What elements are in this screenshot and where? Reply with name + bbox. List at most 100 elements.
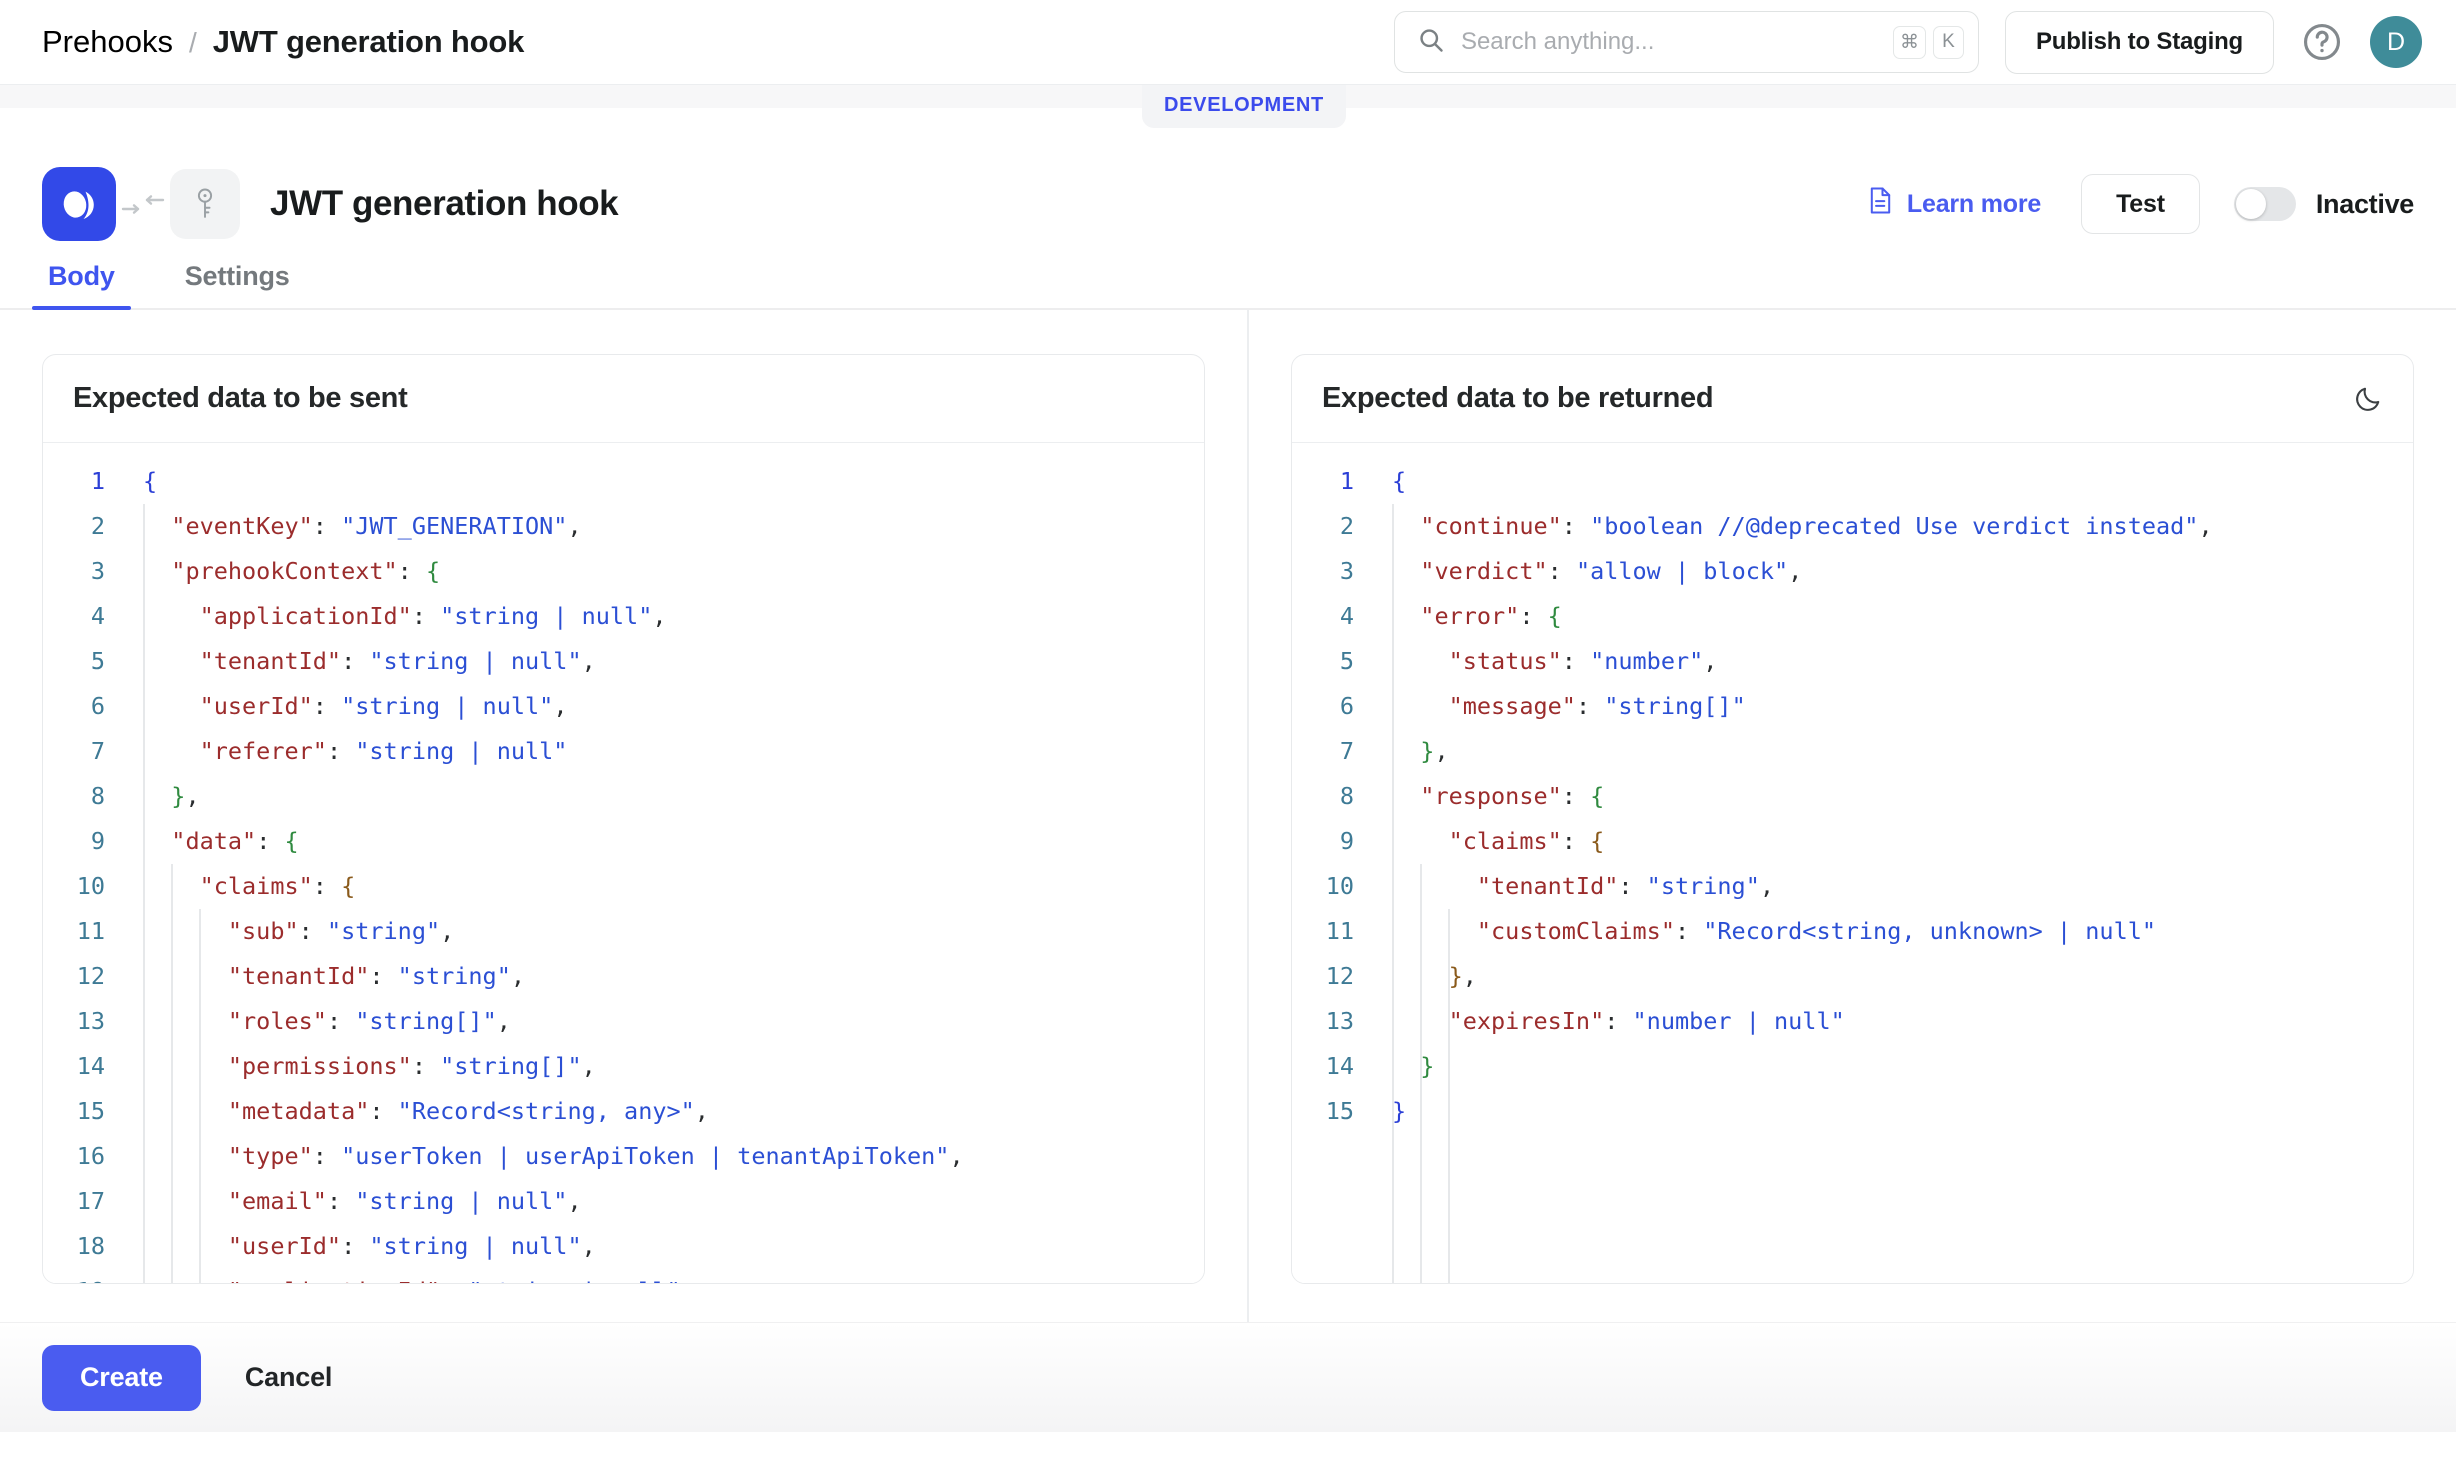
line-number: 1	[1292, 459, 1354, 504]
sent-code-content[interactable]: { "eventKey": "JWT_GENERATION", "prehook…	[121, 459, 1204, 1283]
returned-code-content[interactable]: { "continue": "boolean //@deprecated Use…	[1370, 459, 2413, 1283]
document-icon	[1867, 186, 1894, 222]
returned-line-numbers: 123456789101112131415	[1292, 459, 1370, 1283]
returned-code-editor[interactable]: 123456789101112131415 { "continue": "boo…	[1292, 443, 2413, 1283]
line-number: 2	[1292, 504, 1354, 549]
code-line: "customClaims": "Record<string, unknown>…	[1392, 909, 2413, 954]
top-bar-actions: ⌘ K Publish to Staging D	[1394, 11, 2422, 74]
code-line: "error": {	[1392, 594, 2413, 639]
code-line: "applicationId": "string | null",	[143, 594, 1204, 639]
code-line: "userId": "string | null",	[143, 1224, 1204, 1269]
form-footer: Create Cancel	[0, 1322, 2456, 1432]
code-line: "response": {	[1392, 774, 2413, 819]
line-number: 12	[43, 954, 105, 999]
test-button[interactable]: Test	[2081, 174, 2200, 234]
environment-badge: DEVELOPMENT	[1142, 85, 1346, 128]
code-line: "sub": "string",	[143, 909, 1204, 954]
indent-guide	[1448, 909, 1450, 1283]
publish-to-staging-button[interactable]: Publish to Staging	[2005, 11, 2274, 74]
code-line: {	[143, 459, 1204, 504]
code-line: "message": "string[]"	[1392, 684, 2413, 729]
code-line: "tenantId": "string",	[1392, 864, 2413, 909]
line-number: 6	[43, 684, 105, 729]
panels-container: Expected data to be sent 123456789101112…	[0, 310, 2456, 1322]
code-line: },	[1392, 729, 2413, 774]
search-input[interactable]	[1461, 28, 1877, 56]
code-line: {	[1392, 459, 2413, 504]
line-number: 9	[43, 819, 105, 864]
hook-actions: Learn more Test Inactive	[1867, 174, 2414, 234]
line-number: 11	[1292, 909, 1354, 954]
indent-guide	[143, 504, 145, 1283]
code-line: "userId": "string | null",	[143, 684, 1204, 729]
sent-line-numbers: 12345678910111213141516171819202122	[43, 459, 121, 1283]
code-line: "email": "string | null",	[143, 1179, 1204, 1224]
returned-card-title: Expected data to be returned	[1322, 382, 1713, 415]
line-number: 11	[43, 909, 105, 954]
line-number: 19	[43, 1269, 105, 1283]
status-toggle[interactable]	[2234, 187, 2296, 221]
sent-code-editor[interactable]: 12345678910111213141516171819202122 { "e…	[43, 443, 1204, 1283]
code-line: },	[143, 774, 1204, 819]
page-title: JWT generation hook	[270, 184, 618, 224]
dark-mode-moon-icon[interactable]	[2353, 384, 2383, 414]
top-bar: Prehooks / JWT generation hook ⌘ K Publi…	[0, 0, 2456, 84]
line-number: 5	[1292, 639, 1354, 684]
kbd-k-icon: K	[1933, 26, 1964, 59]
toggle-knob	[2236, 189, 2266, 219]
search-icon	[1417, 26, 1445, 59]
hook-header: JWT generation hook Learn more Test Inac…	[0, 108, 2456, 248]
breadcrumb: Prehooks / JWT generation hook	[42, 24, 524, 60]
expected-data-returned-card: Expected data to be returned 12345678910…	[1291, 354, 2414, 1284]
line-number: 9	[1292, 819, 1354, 864]
breadcrumb-separator: /	[189, 27, 197, 59]
search-box[interactable]: ⌘ K	[1394, 11, 1979, 73]
line-number: 12	[1292, 954, 1354, 999]
line-number: 6	[1292, 684, 1354, 729]
line-number: 10	[43, 864, 105, 909]
search-shortcut: ⌘ K	[1893, 26, 1964, 59]
line-number: 8	[43, 774, 105, 819]
line-number: 14	[43, 1044, 105, 1089]
status-label: Inactive	[2316, 189, 2414, 220]
code-line: "continue": "boolean //@deprecated Use v…	[1392, 504, 2413, 549]
line-number: 7	[1292, 729, 1354, 774]
breadcrumb-current: JWT generation hook	[213, 24, 524, 60]
tab-settings[interactable]: Settings	[179, 261, 296, 308]
sent-card-title: Expected data to be sent	[73, 382, 407, 415]
line-number: 8	[1292, 774, 1354, 819]
help-circle-icon[interactable]	[2300, 20, 2344, 64]
learn-more-label: Learn more	[1907, 190, 2041, 219]
line-number: 15	[43, 1089, 105, 1134]
breadcrumb-root[interactable]: Prehooks	[42, 24, 173, 60]
line-number: 13	[1292, 999, 1354, 1044]
tab-body[interactable]: Body	[42, 261, 121, 308]
status-toggle-group: Inactive	[2234, 187, 2414, 221]
key-icon	[170, 169, 240, 239]
learn-more-link[interactable]: Learn more	[1867, 186, 2041, 222]
code-line: }	[1392, 1089, 2413, 1134]
line-number: 5	[43, 639, 105, 684]
indent-guide	[1420, 864, 1422, 1283]
line-number: 3	[43, 549, 105, 594]
indent-guide	[171, 864, 173, 1283]
code-line: },	[1392, 954, 2413, 999]
expected-data-sent-card: Expected data to be sent 123456789101112…	[42, 354, 1205, 1284]
logto-logo-icon	[42, 167, 116, 241]
create-button[interactable]: Create	[42, 1345, 201, 1411]
line-number: 1	[43, 459, 105, 504]
line-number: 4	[1292, 594, 1354, 639]
tab-bar: Body Settings	[0, 248, 2456, 310]
code-line: "permissions": "string[]",	[143, 1044, 1204, 1089]
code-line: "data": {	[143, 819, 1204, 864]
line-number: 15	[1292, 1089, 1354, 1134]
code-line: "eventKey": "JWT_GENERATION",	[143, 504, 1204, 549]
sent-card-header: Expected data to be sent	[43, 355, 1204, 443]
line-number: 18	[43, 1224, 105, 1269]
line-number: 13	[43, 999, 105, 1044]
cancel-button[interactable]: Cancel	[221, 1345, 356, 1411]
avatar[interactable]: D	[2370, 16, 2422, 68]
code-line: "verdict": "allow | block",	[1392, 549, 2413, 594]
sent-data-column: Expected data to be sent 123456789101112…	[0, 310, 1249, 1322]
code-line: "type": "userToken | userApiToken | tena…	[143, 1134, 1204, 1179]
